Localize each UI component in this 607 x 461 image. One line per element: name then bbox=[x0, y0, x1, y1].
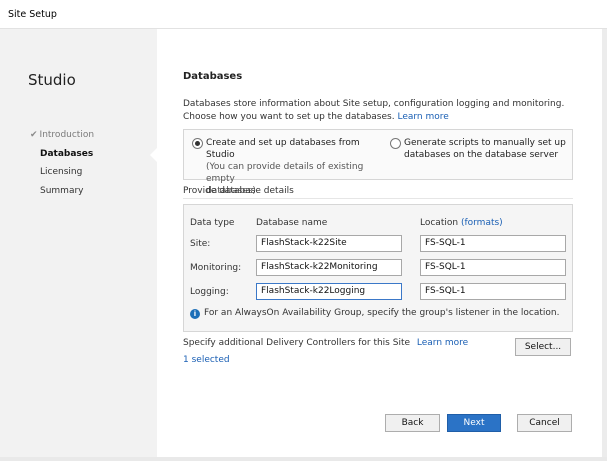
back-button[interactable]: Back bbox=[385, 414, 440, 432]
database-setup-options: Create and set up databases from Studio … bbox=[183, 129, 573, 196]
sidebar-item-label: Introduction bbox=[39, 130, 95, 140]
divider bbox=[183, 198, 573, 199]
row-label-site: Site: bbox=[190, 239, 211, 249]
monitoring-location-input[interactable]: FS-SQL-1 bbox=[420, 259, 566, 276]
row-label-logging: Logging: bbox=[190, 287, 229, 297]
sidebar-item-licensing[interactable]: Licensing bbox=[40, 167, 82, 177]
alwayson-info: i For an AlwaysOn Availability Group, spe… bbox=[190, 308, 559, 319]
sidebar-item-databases[interactable]: Databases bbox=[40, 149, 93, 159]
formats-link[interactable]: (formats) bbox=[461, 218, 503, 228]
sidebar-item-label: Licensing bbox=[40, 167, 83, 177]
selected-controllers-link[interactable]: 1 selected bbox=[183, 355, 230, 365]
window-title: Site Setup bbox=[8, 9, 57, 20]
database-details: Data type Database name Location (format… bbox=[183, 204, 573, 332]
row-label-monitoring: Monitoring: bbox=[190, 263, 242, 273]
page-title: Databases bbox=[183, 71, 243, 82]
checkmark-icon: ✔ bbox=[30, 130, 38, 140]
controllers-label: Specify additional Delivery Controllers … bbox=[183, 338, 469, 348]
radio-generate-scripts[interactable] bbox=[390, 138, 401, 149]
window-bottom-edge bbox=[0, 457, 607, 461]
wizard-sidebar: Studio ✔ Introduction Databases Licensing… bbox=[0, 29, 157, 457]
header-data-type: Data type bbox=[190, 218, 235, 228]
details-section-label: Provide database details bbox=[183, 186, 294, 196]
sidebar-item-summary[interactable]: Summary bbox=[40, 186, 84, 196]
header-location: Location (formats) bbox=[420, 218, 503, 228]
cancel-button[interactable]: Cancel bbox=[517, 414, 572, 432]
next-button[interactable]: Next bbox=[447, 414, 501, 432]
site-db-name-input[interactable]: FlashStack-k22Site bbox=[256, 235, 402, 252]
active-step-pointer bbox=[150, 148, 157, 162]
sidebar-item-introduction[interactable]: ✔ Introduction bbox=[30, 130, 94, 140]
logging-location-input[interactable]: FS-SQL-1 bbox=[420, 283, 566, 300]
main-panel: Databases Databases store information ab… bbox=[157, 29, 605, 457]
learn-more-link[interactable]: Learn more bbox=[397, 112, 448, 122]
title-bar: Site Setup bbox=[0, 0, 607, 29]
select-controllers-button[interactable]: Select... bbox=[515, 338, 571, 356]
site-location-input[interactable]: FS-SQL-1 bbox=[420, 235, 566, 252]
window-edge bbox=[602, 29, 607, 457]
logging-db-name-input[interactable]: FlashStack-k22Logging bbox=[256, 283, 402, 300]
radio-create-databases[interactable] bbox=[192, 138, 203, 149]
sidebar-item-label: Databases bbox=[40, 149, 94, 159]
header-database-name: Database name bbox=[256, 218, 328, 228]
page-description: Databases store information about Site s… bbox=[183, 99, 565, 122]
controllers-learn-more-link[interactable]: Learn more bbox=[417, 338, 468, 348]
info-icon: i bbox=[190, 309, 200, 319]
sidebar-item-label: Summary bbox=[40, 186, 84, 196]
monitoring-db-name-input[interactable]: FlashStack-k22Monitoring bbox=[256, 259, 402, 276]
product-name: Studio bbox=[28, 71, 76, 89]
